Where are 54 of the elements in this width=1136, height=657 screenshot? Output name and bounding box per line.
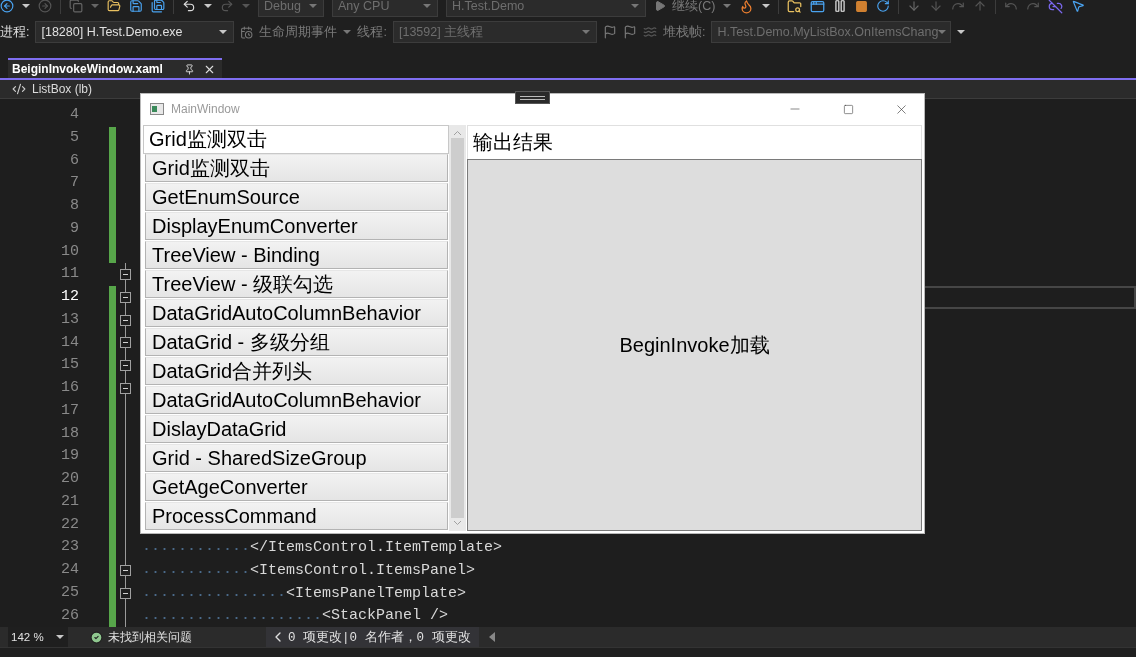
- output-text: BeginInvoke加载: [619, 332, 770, 358]
- code-line: <ItemsPanelTemplate>: [286, 584, 467, 602]
- process-label: 进程:: [0, 23, 30, 41]
- list-item-button[interactable]: DisplayEnumConverter: [145, 212, 448, 240]
- list-item-button[interactable]: Grid - SharedSizeGroup: [145, 444, 448, 472]
- code-line: <StackPanel />: [322, 607, 449, 625]
- line-number: 10: [60, 241, 79, 262]
- zoom-dropdown[interactable]: 142 %: [8, 627, 68, 647]
- process-dropdown[interactable]: [18280] H.Test.Demo.exe: [35, 21, 235, 43]
- line-number: 16: [60, 378, 79, 398]
- lifecycle-events-button[interactable]: 生命周期事件: [259, 23, 338, 41]
- line-number: 14: [60, 332, 79, 353]
- line-number: 7: [69, 173, 79, 194]
- line-number: 21: [60, 491, 79, 512]
- line-number: 6: [69, 150, 79, 171]
- code-line: <ItemsControl.ItemsPanel>: [250, 561, 476, 579]
- list-item-button[interactable]: GetEnumSource: [145, 183, 448, 211]
- list-item-button[interactable]: GetAgeConverter: [145, 473, 448, 501]
- thread-label: 线程:: [357, 23, 387, 41]
- line-number: 9: [69, 218, 79, 239]
- stack-frame-label: 堆栈帧:: [662, 23, 706, 41]
- continue-button[interactable]: 继续(C): [654, 0, 716, 15]
- line-number: 19: [60, 446, 79, 467]
- list-item-button[interactable]: TreeView - 级联勾选: [145, 270, 448, 298]
- line-number: 13: [60, 309, 79, 330]
- changes-button[interactable]: 0 项更改|0 名作者，0 项更改: [266, 627, 479, 647]
- line-number: 5: [69, 127, 79, 148]
- line-number: 26: [60, 605, 79, 626]
- line-number: 24: [60, 560, 79, 580]
- element-selector[interactable]: ListBox (lb): [32, 82, 93, 96]
- list-item-button[interactable]: DataGrid - 多级分组: [145, 328, 448, 356]
- line-number: 12: [60, 287, 79, 307]
- line-number: 23: [60, 537, 79, 558]
- list-item-button[interactable]: DataGridAutoColumnBehavior: [145, 386, 448, 414]
- list-item-button[interactable]: Grid监测双击: [145, 154, 448, 182]
- list-item-button[interactable]: DataGrid合并列头: [145, 357, 448, 385]
- line-number: 17: [60, 400, 79, 421]
- line-number: 22: [60, 514, 79, 535]
- line-number: 8: [69, 196, 79, 216]
- line-number: 25: [60, 582, 79, 603]
- line-number: 18: [60, 423, 79, 444]
- line-number: 4: [69, 105, 79, 125]
- line-number: 20: [60, 469, 79, 489]
- list-item-button[interactable]: DislayDataGrid: [145, 415, 448, 443]
- list-item-button[interactable]: TreeView - Binding: [145, 241, 448, 269]
- issues-button[interactable]: 未找到相关问题: [90, 628, 266, 646]
- code-line: </ItemsControl.ItemTemplate>: [250, 539, 503, 557]
- line-number: 11: [60, 264, 79, 285]
- list-item-button[interactable]: DataGridAutoColumnBehavior: [145, 299, 448, 327]
- selected-item-text: Grid监测双击: [143, 125, 449, 154]
- line-number: 15: [60, 355, 79, 376]
- document-tab[interactable]: BeiginInvokeWindow.xaml: [8, 58, 222, 78]
- window-title: MainWindow: [171, 102, 241, 116]
- list-item-button[interactable]: ProcessCommand: [145, 502, 448, 530]
